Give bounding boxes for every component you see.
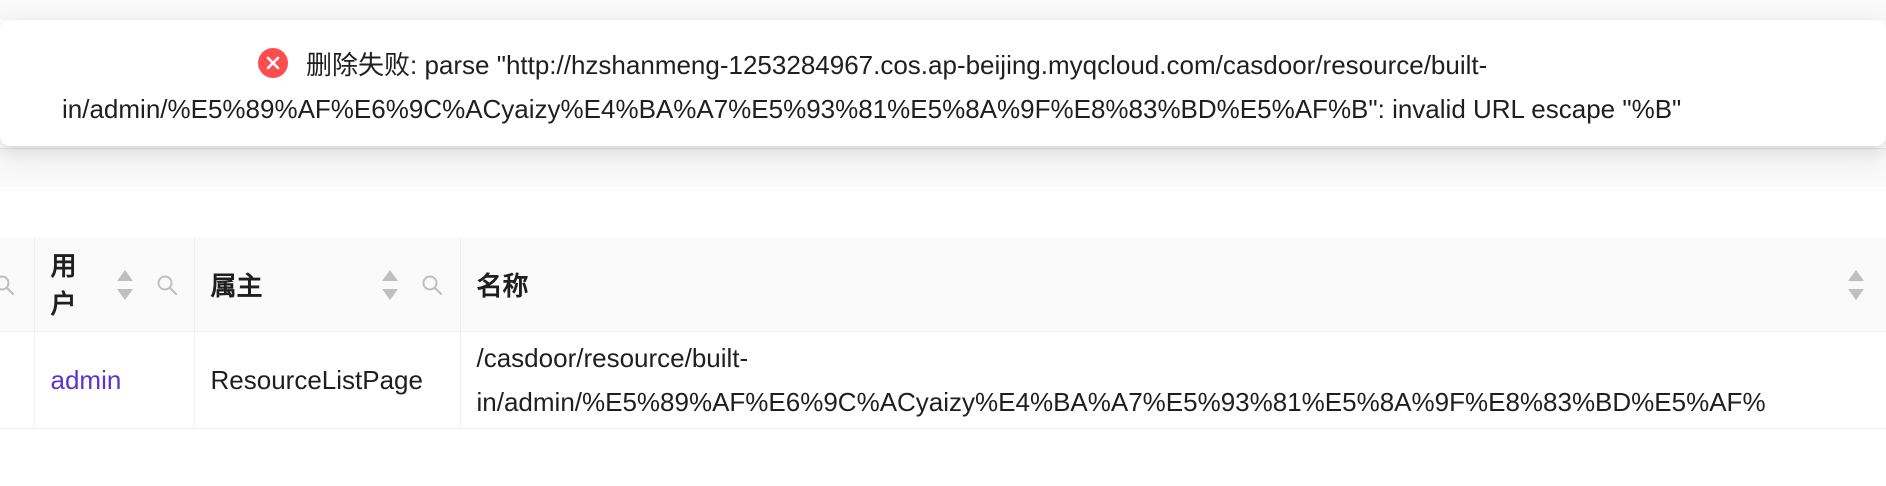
resource-table: 用 户 属主 名称 admin ResourceListPage /casdoo…	[0, 238, 1886, 429]
resource-name-line-2: in/admin/%E5%89%AF%E6%9C%ACyaizy%E4%BA%A…	[476, 387, 1766, 417]
owner-text: ResourceListPage	[210, 364, 423, 395]
error-message-line-1: 删除失败: parse "http://hzshanmeng-125328496…	[306, 49, 1488, 80]
error-message-toast: 删除失败: parse "http://hzshanmeng-125328496…	[0, 20, 1886, 146]
search-icon[interactable]	[155, 273, 179, 297]
resource-table-container: 用 户 属主 名称 admin ResourceListPage /casdoo…	[0, 238, 1886, 429]
column-header-owner: 属主	[194, 238, 461, 332]
column-header-user-title-2: 户	[50, 288, 77, 319]
column-header-user: 用 户	[34, 238, 195, 332]
column-header-previous	[0, 238, 35, 332]
sort-descending-icon	[381, 288, 398, 300]
table-cell-owner: ResourceListPage	[194, 331, 461, 429]
table-header-row: 用 户 属主 名称	[0, 238, 1886, 332]
sort-descending-icon	[1847, 288, 1864, 300]
sort-toggle-owner[interactable]	[381, 269, 398, 300]
sort-ascending-icon	[116, 269, 133, 281]
column-header-owner-title: 属主	[210, 271, 263, 301]
page-header-strip	[0, 0, 1886, 20]
error-message-line-1-row: 删除失败: parse "http://hzshanmeng-125328496…	[258, 44, 1487, 82]
sort-descending-icon	[116, 288, 133, 300]
resource-name-line-1: /casdoor/resource/built-	[476, 343, 749, 373]
search-icon[interactable]	[420, 273, 444, 297]
table-cell-user: admin	[34, 331, 195, 429]
table-cell-name: /casdoor/resource/built- in/admin/%E5%89…	[460, 331, 1886, 429]
sort-toggle-user[interactable]	[116, 269, 133, 300]
sort-toggle-name[interactable]	[1847, 269, 1864, 300]
column-header-name: 名称	[460, 238, 1886, 332]
error-message-line-2: in/admin/%E5%89%AF%E6%9C%ACyaizy%E4%BA%A…	[62, 93, 1682, 124]
error-message-line-2-row: in/admin/%E5%89%AF%E6%9C%ACyaizy%E4%BA%A…	[62, 90, 1681, 128]
column-header-user-title-1: 用	[50, 250, 77, 281]
table-row: admin ResourceListPage /casdoor/resource…	[0, 331, 1886, 429]
table-cell-previous	[0, 331, 35, 429]
search-icon[interactable]	[0, 273, 16, 297]
sort-ascending-icon	[1847, 269, 1864, 281]
user-link[interactable]: admin	[51, 365, 122, 395]
close-circle-icon	[258, 48, 288, 78]
column-header-name-title: 名称	[476, 271, 529, 301]
table-toolbar	[0, 148, 1886, 187]
column-header-user-title: 用 户	[51, 247, 91, 323]
sort-ascending-icon	[381, 269, 398, 281]
page: 用 户 属主 名称 admin ResourceListPage /casdoo…	[0, 0, 1886, 486]
